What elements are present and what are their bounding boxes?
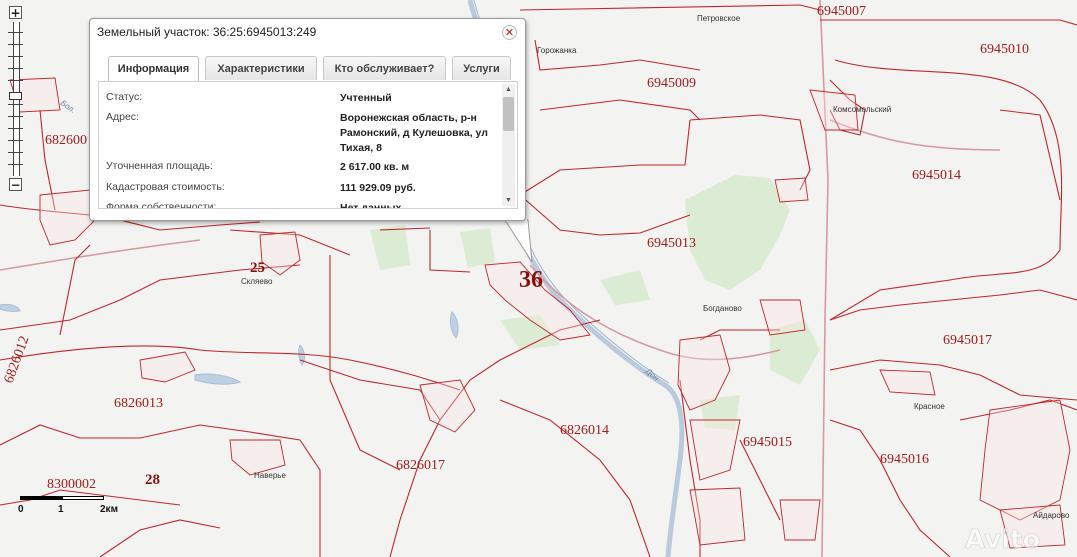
region-label-6826014: 6826014 xyxy=(560,423,609,438)
scale-label-0: 0 xyxy=(18,504,24,515)
region-label-6945013: 6945013 xyxy=(647,236,696,251)
info-value: Нет данных xyxy=(340,202,402,209)
info-value: Учтенный xyxy=(340,92,392,104)
info-panel: Статус: Учтенный Адрес: Воронежская обла… xyxy=(98,81,518,209)
region-label-682600: 682600 xyxy=(45,133,87,148)
parcel-info-popup: Земельный участок: 36:25:6945013:249 ✕ И… xyxy=(89,18,526,221)
region-label-6945009: 6945009 xyxy=(647,76,696,91)
region-label-6945014: 6945014 xyxy=(912,168,961,183)
tab-characteristics[interactable]: Характеристики xyxy=(205,56,317,80)
place-sklyaevo: Скляево xyxy=(241,277,273,286)
zoom-out-button[interactable]: − xyxy=(9,178,22,191)
scale-bar-segment-2 xyxy=(62,496,104,500)
zoom-slider-handle[interactable] xyxy=(9,92,22,100)
info-key: Форма собственности: xyxy=(106,201,217,209)
tab-services[interactable]: Услуги xyxy=(452,56,511,80)
region-label-6826013: 6826013 xyxy=(114,396,163,411)
info-key: Адрес: xyxy=(106,111,139,123)
region-label-6945010: 6945010 xyxy=(980,42,1029,57)
info-value: 111 929.09 руб. xyxy=(340,182,416,194)
close-icon[interactable]: ✕ xyxy=(502,25,517,40)
region-label-6945015: 6945015 xyxy=(743,435,792,450)
place-krasnoe: Красное xyxy=(914,402,945,411)
zoom-slider-track[interactable] xyxy=(8,22,23,176)
tab-who-serves[interactable]: Кто обслуживает? xyxy=(323,56,446,80)
place-gorozhanka: Горожанка xyxy=(537,46,577,55)
place-petrovskoe: Петровское xyxy=(697,14,741,23)
scale-label-1: 1 xyxy=(58,504,64,515)
popup-title: Земельный участок: 36:25:6945013:249 xyxy=(97,25,317,39)
scale-bar-segment-1 xyxy=(20,496,62,500)
tab-information[interactable]: Информация xyxy=(108,56,199,81)
place-aydarovo: Айдарово xyxy=(1033,511,1070,520)
info-scrollbar[interactable]: ▲ ▼ xyxy=(502,84,515,206)
info-value: 2 617.00 кв. м xyxy=(340,161,410,173)
district-25-label: 25 xyxy=(250,260,265,276)
place-bogdanovo: Богданово xyxy=(703,304,742,313)
place-naverye: Наверье xyxy=(254,471,286,480)
scroll-down-icon[interactable]: ▼ xyxy=(502,195,515,206)
place-komsomolsky: Комсомольский xyxy=(833,105,891,114)
avito-watermark: Avito xyxy=(965,525,1040,555)
scale-label-2: 2км xyxy=(100,504,118,515)
scale-bar: 0 1 2км xyxy=(18,494,128,518)
info-key: Статус: xyxy=(106,91,143,103)
district-28-label: 28 xyxy=(145,472,160,488)
info-value: Воронежская область, р-н Рамонский, д Ку… xyxy=(340,112,488,154)
district-36-label: 36 xyxy=(519,267,543,293)
scroll-up-icon[interactable]: ▲ xyxy=(502,84,515,95)
region-label-6826017: 6826017 xyxy=(396,458,445,473)
info-key: Кадастровая стоимость: xyxy=(106,181,225,193)
region-label-6945016: 6945016 xyxy=(880,452,929,467)
info-key: Уточненная площадь: xyxy=(106,160,213,172)
zoom-control: + − xyxy=(8,6,27,192)
region-label-8300002: 8300002 xyxy=(47,477,96,492)
zoom-in-button[interactable]: + xyxy=(9,6,22,19)
region-label-6945017: 6945017 xyxy=(943,333,992,348)
region-label-6945007: 6945007 xyxy=(817,4,866,19)
scrollbar-thumb[interactable] xyxy=(503,97,514,131)
